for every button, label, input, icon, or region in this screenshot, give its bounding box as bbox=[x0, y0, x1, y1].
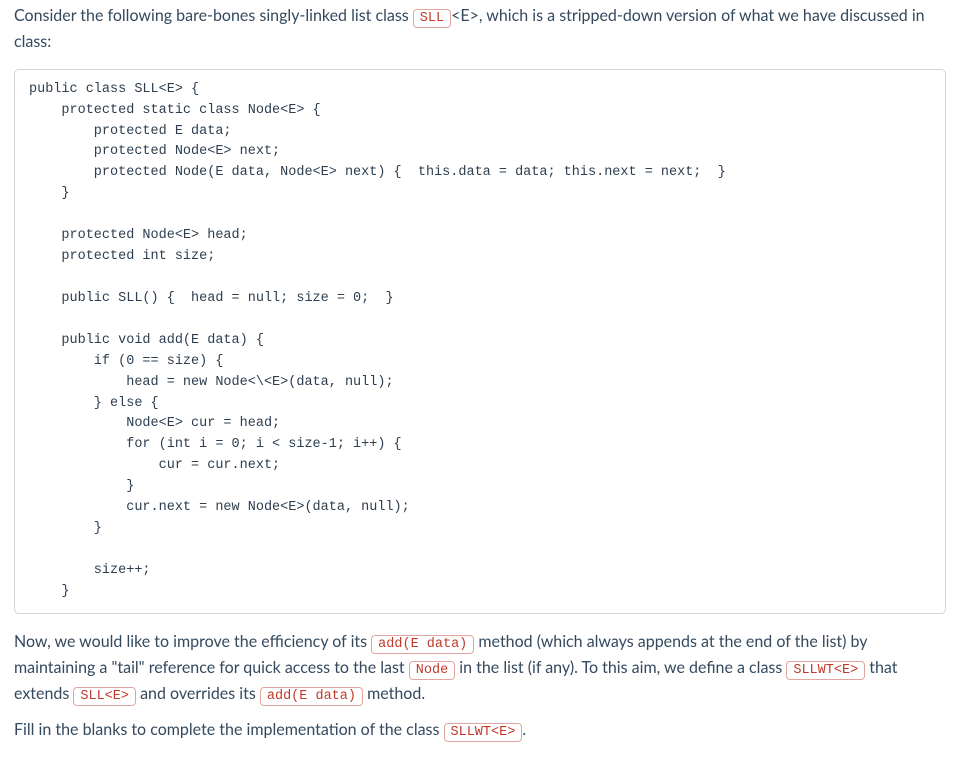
para2-text-5: and overrides its bbox=[136, 684, 260, 703]
inline-code-slle: SLL<E> bbox=[73, 687, 136, 706]
inline-code-add1: add(E data) bbox=[371, 635, 474, 654]
para3-text-1: Fill in the blanks to complete the imple… bbox=[14, 720, 444, 739]
paragraph-2: Now, we would like to improve the effici… bbox=[14, 630, 946, 708]
inline-code-node: Node bbox=[409, 661, 455, 680]
intro-text-1: Consider the following bare-bones singly… bbox=[14, 6, 413, 25]
intro-paragraph: Consider the following bare-bones singly… bbox=[14, 4, 946, 55]
question-body: Consider the following bare-bones singly… bbox=[14, 4, 946, 743]
inline-code-sllwt2: SLLWT<E> bbox=[444, 723, 523, 742]
inline-code-sll: SLL bbox=[413, 9, 451, 28]
code-block-sll: public class SLL<E> { protected static c… bbox=[14, 69, 946, 614]
para2-text-3: in the list (if any). To this aim, we de… bbox=[455, 658, 786, 677]
para3-text-2: . bbox=[522, 720, 526, 739]
para2-text-6: method. bbox=[363, 684, 425, 703]
inline-code-sllwt1: SLLWT<E> bbox=[786, 661, 865, 680]
paragraph-3: Fill in the blanks to complete the imple… bbox=[14, 718, 946, 744]
para2-text-1: Now, we would like to improve the effici… bbox=[14, 632, 371, 651]
inline-code-add2: add(E data) bbox=[260, 687, 363, 706]
